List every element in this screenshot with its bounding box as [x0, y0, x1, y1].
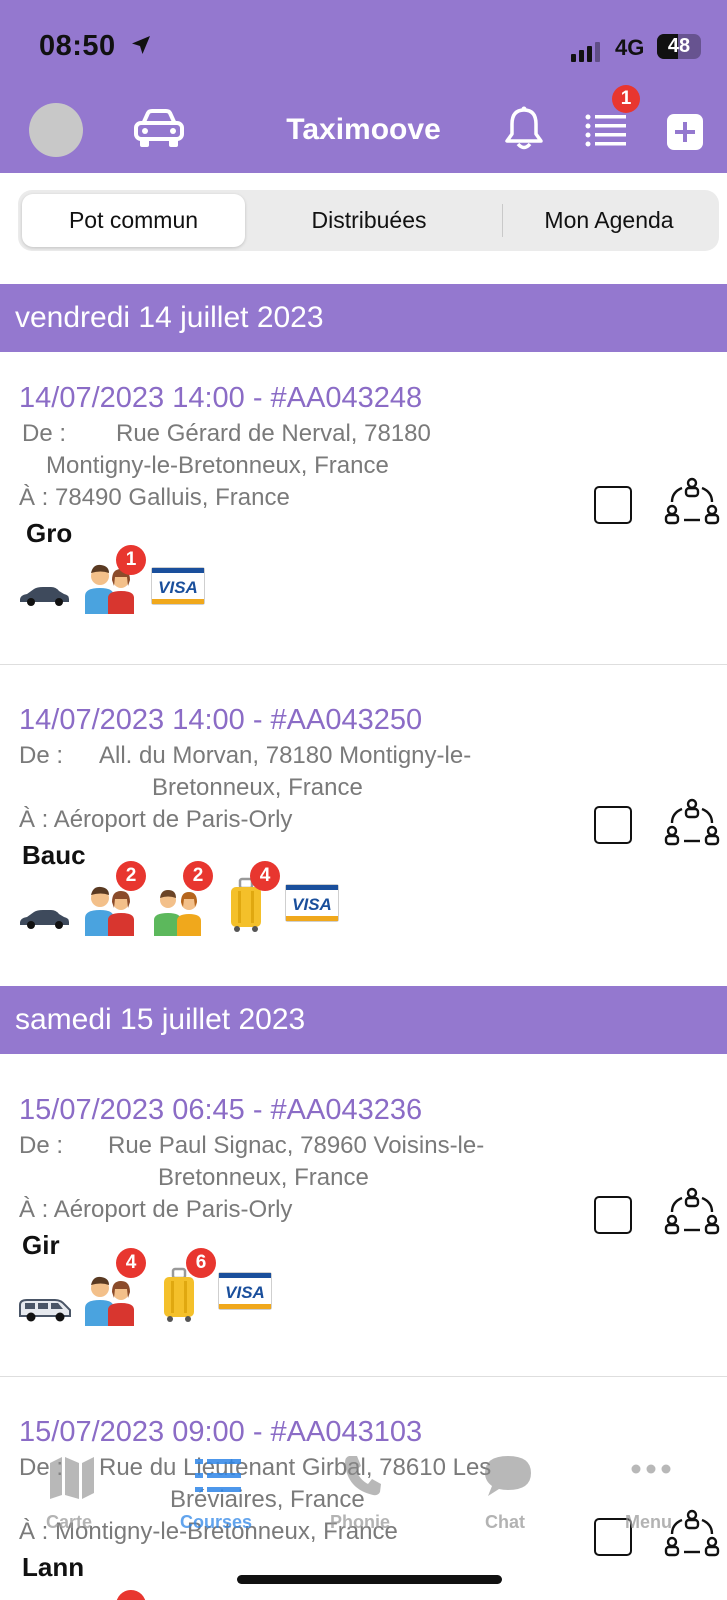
- from-address-line-1: All. du Morvan, 78180 Montigny-le-: [99, 742, 472, 769]
- passenger-count-badge: 4: [116, 1248, 146, 1278]
- bell-icon[interactable]: [504, 106, 544, 152]
- signal-icon: [571, 42, 600, 62]
- day-header: samedi 15 juillet 2023: [0, 986, 727, 1054]
- location-arrow-icon: [132, 36, 150, 54]
- visa-icon: VISA: [218, 1272, 272, 1310]
- client-name: Gir: [22, 1230, 60, 1260]
- adult-count-badge: 2: [116, 861, 146, 891]
- ride-card[interactable]: 15/07/2023 06:45 - #AA043236 De : Rue Pa…: [0, 1094, 727, 1376]
- from-address-line-2: Bretonneux, France: [152, 774, 363, 801]
- nav-phonie-label[interactable]: Phonie: [330, 1512, 390, 1533]
- notification-badge: 1: [612, 85, 640, 113]
- tab-distribuees[interactable]: Distribuées: [258, 194, 480, 247]
- dispatch-network-icon[interactable]: [664, 476, 720, 532]
- passengers-icon: [85, 1276, 134, 1326]
- ride-title: 14/07/2023 14:00 - #AA043248: [19, 382, 423, 414]
- client-name: Gro: [26, 518, 73, 548]
- nav-menu-label[interactable]: Menu: [625, 1512, 672, 1533]
- from-label: De :: [19, 742, 64, 769]
- app-header: 08:50 4G 48 Taximoove 1: [0, 0, 727, 173]
- dispatch-network-icon[interactable]: [664, 797, 720, 853]
- more-icon[interactable]: [630, 1463, 672, 1475]
- day-label: samedi 15 juillet 2023: [15, 1003, 306, 1036]
- sedan-icon: [20, 587, 69, 606]
- from-address-line-2: Bretonneux, France: [158, 1164, 369, 1191]
- map-icon[interactable]: [48, 1455, 96, 1499]
- passenger-count-badge: 1: [116, 545, 146, 575]
- chat-icon[interactable]: [482, 1453, 534, 1499]
- luggage-count-badge: 6: [186, 1248, 216, 1278]
- to-address: À : Aéroport de Paris-Orly: [19, 806, 293, 833]
- from-address-line-2: Montigny-le-Bretonneux, France: [46, 452, 389, 479]
- list-icon[interactable]: [195, 1457, 241, 1495]
- svg-text:VISA: VISA: [158, 578, 198, 597]
- tab-mon-agenda[interactable]: Mon Agenda: [503, 194, 715, 247]
- ride-card[interactable]: 14/07/2023 14:00 - #AA043250 De : All. d…: [0, 704, 727, 986]
- from-address-line-1: Rue Paul Signac, 78960 Voisins-le-: [108, 1132, 485, 1159]
- nav-carte-label[interactable]: Carte: [46, 1512, 92, 1533]
- phone-icon[interactable]: [343, 1453, 383, 1497]
- home-indicator: [237, 1575, 502, 1584]
- from-address-line-1: Rue Gérard de Nerval, 78180: [116, 420, 431, 447]
- to-address: À : 78490 Galluis, France: [19, 484, 290, 511]
- ride-divider: [0, 1376, 727, 1377]
- ride-divider: [0, 664, 727, 665]
- status-bar: 08:50 4G 48: [0, 0, 727, 95]
- tab-pot-commun[interactable]: Pot commun: [22, 194, 245, 247]
- child-count-badge: 2: [183, 861, 213, 891]
- accept-ride-button[interactable]: [594, 1196, 632, 1234]
- client-name: Bauc: [22, 840, 86, 870]
- accept-ride-button[interactable]: [594, 486, 632, 524]
- sedan-icon: [20, 910, 69, 929]
- day-label: vendredi 14 juillet 2023: [15, 301, 324, 334]
- add-button[interactable]: [667, 114, 703, 150]
- svg-text:VISA: VISA: [292, 895, 332, 914]
- luggage-count-badge: 4: [250, 861, 280, 891]
- battery-icon: 48: [657, 34, 701, 59]
- van-icon: [19, 1299, 71, 1322]
- from-label: De :: [22, 420, 67, 447]
- visa-icon: VISA: [285, 884, 339, 922]
- tab-switcher: Pot commun Distribuées Mon Agenda: [18, 190, 719, 251]
- battery-level: 48: [667, 35, 691, 57]
- network-type: 4G: [615, 35, 645, 60]
- status-time: 08:50: [39, 30, 116, 62]
- nav-chat-label[interactable]: Chat: [485, 1512, 525, 1533]
- ride-title: 14/07/2023 14:00 - #AA043250: [19, 704, 423, 736]
- from-label: De :: [19, 1132, 64, 1159]
- to-address: À : Aéroport de Paris-Orly: [19, 1196, 293, 1223]
- task-list-icon[interactable]: [584, 112, 628, 148]
- nav-courses-label[interactable]: Courses: [180, 1512, 252, 1533]
- day-header: vendredi 14 juillet 2023: [0, 284, 727, 352]
- accept-ride-button[interactable]: [594, 806, 632, 844]
- dispatch-network-icon[interactable]: [664, 1186, 720, 1242]
- ride-title: 15/07/2023 06:45 - #AA043236: [19, 1094, 423, 1126]
- visa-icon: VISA: [151, 567, 205, 605]
- svg-text:VISA: VISA: [225, 1283, 265, 1302]
- ride-card[interactable]: 14/07/2023 14:00 - #AA043248 De : Rue Gé…: [0, 382, 727, 664]
